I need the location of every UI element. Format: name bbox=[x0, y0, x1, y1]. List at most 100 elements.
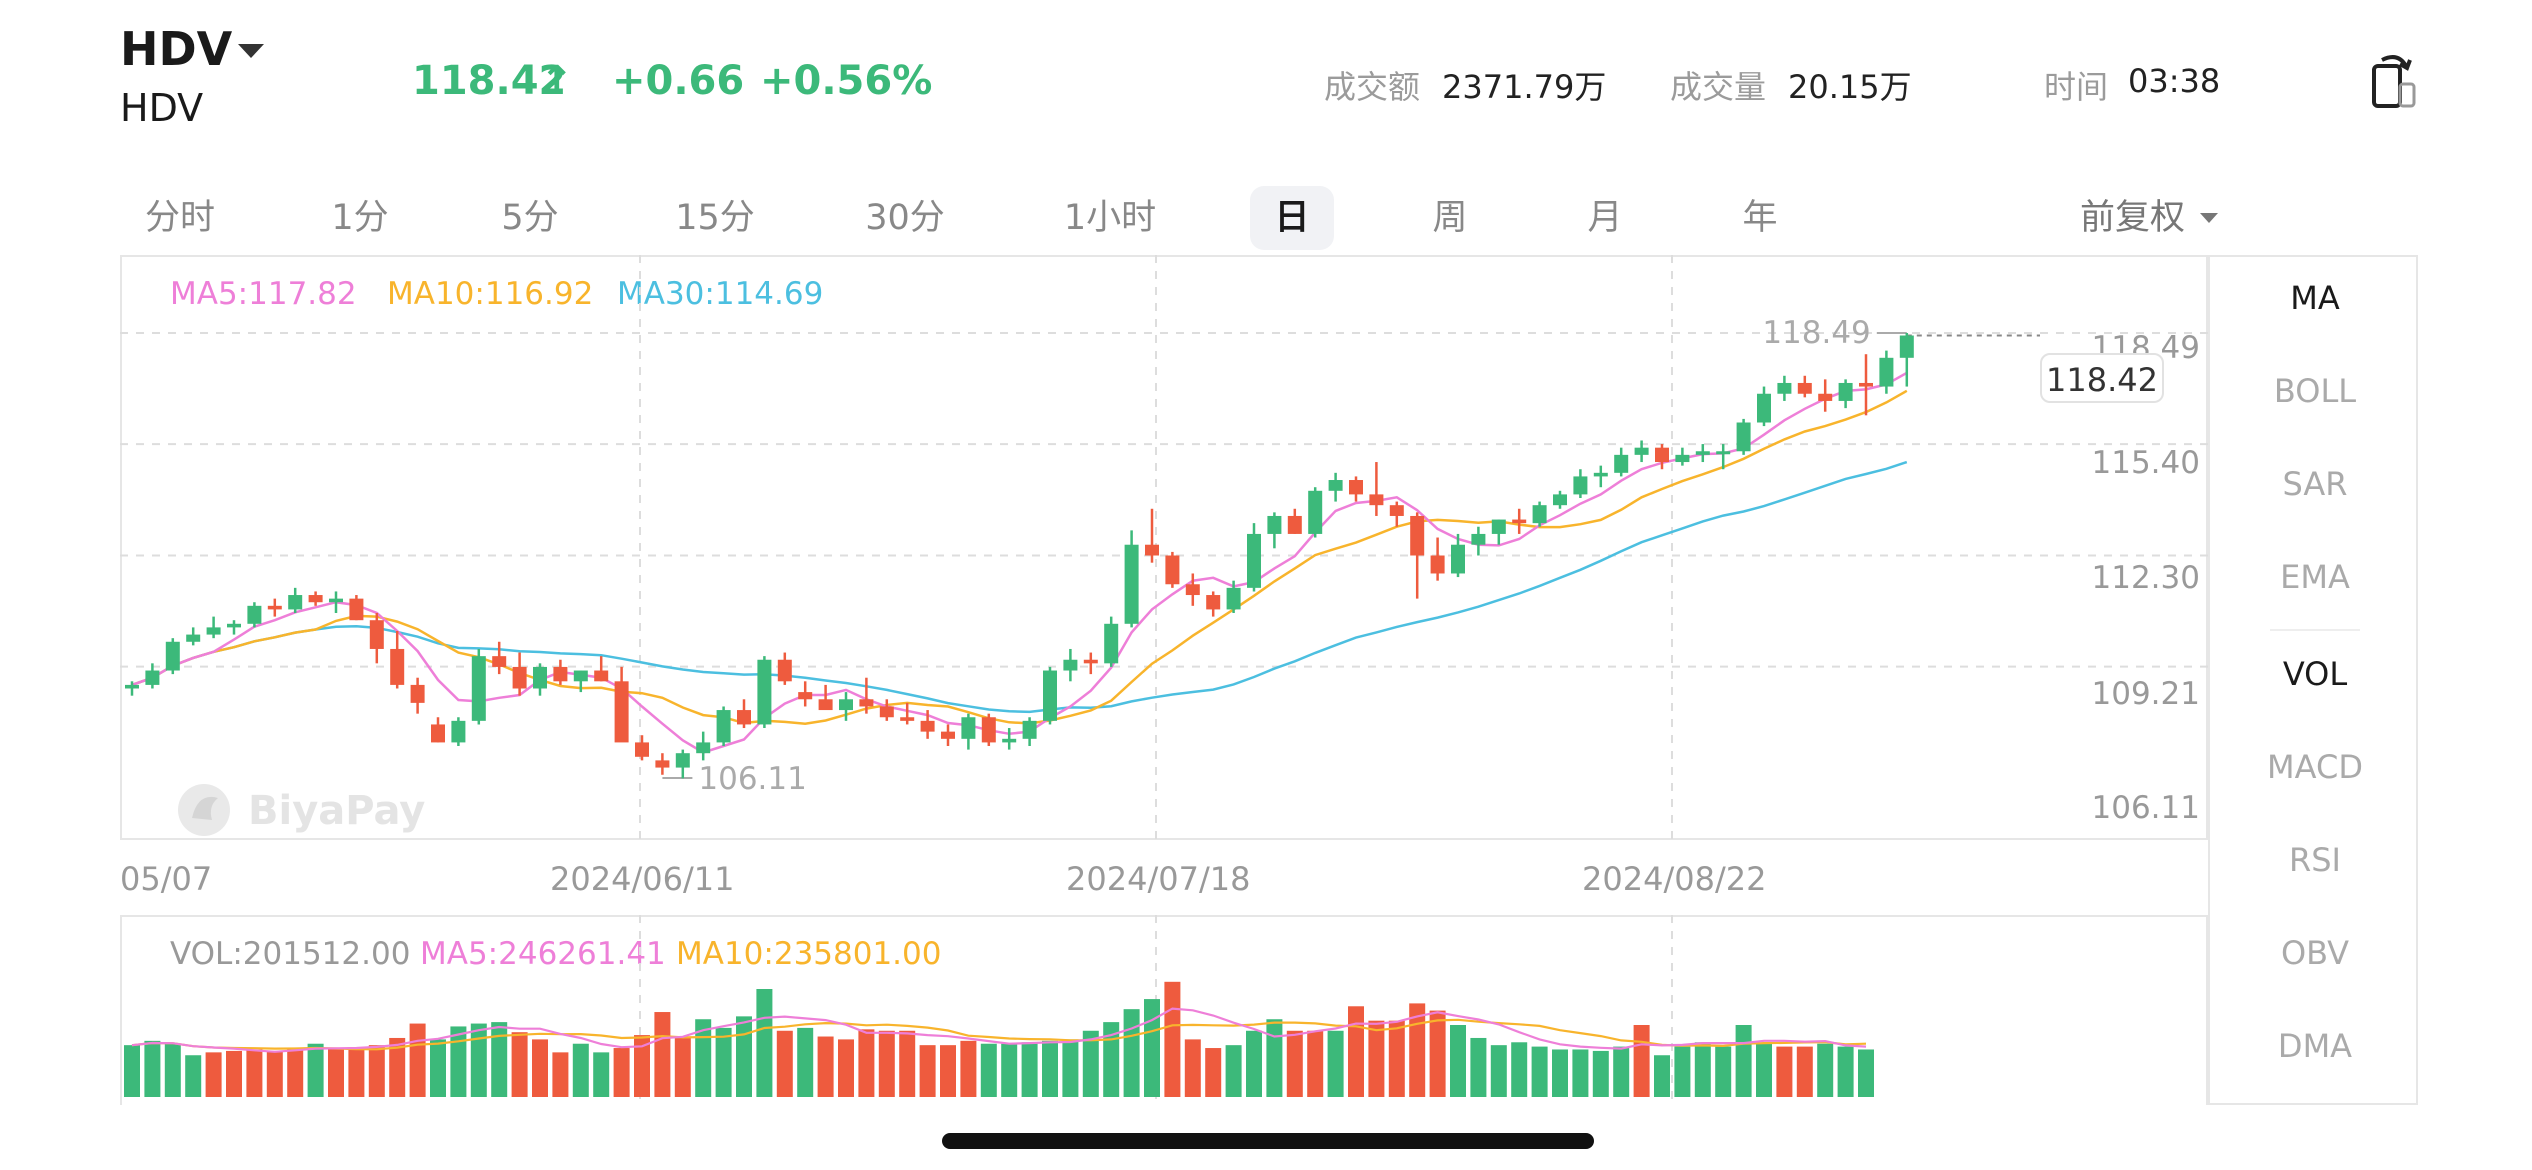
candle-body bbox=[1614, 454, 1629, 473]
indicator-panel: MA BOLL SAR EMA VOL MACD RSI OBV DMA bbox=[2208, 255, 2418, 1105]
volume-label: 成交量 bbox=[1670, 68, 1767, 106]
volume-bar bbox=[1858, 1049, 1874, 1097]
candle-body bbox=[1695, 451, 1710, 455]
volume-chart[interactable] bbox=[120, 915, 2208, 1105]
indicator-divider bbox=[2270, 629, 2360, 631]
candle-body bbox=[573, 670, 588, 682]
symbol-title[interactable]: HDV bbox=[120, 22, 232, 76]
tab-1hour[interactable]: 1小时 bbox=[1050, 186, 1170, 250]
indicator-ema[interactable]: EMA bbox=[2210, 558, 2420, 596]
candle-body bbox=[1573, 476, 1588, 495]
candle-body bbox=[757, 659, 772, 725]
tab-15min[interactable]: 15分 bbox=[660, 186, 770, 250]
volume-bar bbox=[1552, 1049, 1568, 1097]
candle-body bbox=[1471, 533, 1486, 545]
chart-grid bbox=[120, 255, 2208, 840]
date-label: 05/07 bbox=[120, 860, 213, 898]
volume-bar bbox=[1286, 1030, 1303, 1097]
candle-body bbox=[1043, 670, 1057, 721]
volume-bar bbox=[1490, 1045, 1507, 1097]
indicator-dma[interactable]: DMA bbox=[2210, 1027, 2420, 1065]
indicator-sar[interactable]: SAR bbox=[2210, 465, 2420, 503]
tab-5min[interactable]: 5分 bbox=[480, 186, 580, 250]
candle-body bbox=[594, 670, 609, 682]
candle-body bbox=[1859, 382, 1873, 387]
biyapay-watermark-logo: BiyaPay bbox=[168, 778, 428, 838]
tab-day[interactable]: 日 bbox=[1250, 186, 1334, 250]
volume-bar bbox=[144, 1040, 161, 1097]
volume-bar bbox=[858, 1029, 875, 1097]
volume-bar bbox=[266, 1050, 283, 1097]
candle-body bbox=[879, 706, 894, 718]
candle-body bbox=[125, 684, 139, 689]
candle-body bbox=[329, 598, 343, 603]
tab-1min[interactable]: 1分 bbox=[310, 186, 410, 250]
price-axis-label: 106.11 bbox=[2092, 790, 2200, 826]
vol-ma5-line bbox=[131, 1007, 1867, 1053]
tab-timeshare[interactable]: 分时 bbox=[130, 186, 230, 250]
volume-bar bbox=[940, 1045, 956, 1097]
volume-bar bbox=[164, 1043, 181, 1097]
volume-bar bbox=[980, 1043, 997, 1097]
indicator-vol[interactable]: VOL bbox=[2210, 655, 2420, 693]
candle-body bbox=[247, 605, 262, 624]
volume-bar bbox=[817, 1036, 834, 1097]
volume-bar bbox=[960, 1040, 977, 1097]
volume-bar bbox=[1307, 1030, 1324, 1097]
volume-bar bbox=[715, 1027, 732, 1097]
candle-body bbox=[1451, 544, 1465, 574]
volume-bar bbox=[1450, 1025, 1466, 1097]
candle-body bbox=[716, 710, 731, 743]
low-label: 106.11 bbox=[698, 761, 806, 797]
volume-bar bbox=[593, 1052, 610, 1097]
candle-body bbox=[288, 595, 303, 610]
tab-year[interactable]: 年 bbox=[1720, 186, 1800, 250]
candle-body bbox=[1716, 451, 1731, 455]
candle-body bbox=[1165, 555, 1180, 585]
tab-month[interactable]: 月 bbox=[1565, 186, 1645, 250]
candle-body bbox=[553, 666, 568, 682]
candle-body bbox=[635, 742, 649, 757]
candle-body bbox=[1287, 515, 1302, 534]
candle-body bbox=[431, 724, 445, 743]
candle-body bbox=[777, 659, 792, 682]
volume-bar bbox=[1348, 1006, 1364, 1097]
turnover-label: 成交额 bbox=[1324, 68, 1421, 106]
candle-body bbox=[1124, 544, 1139, 624]
volume-bar bbox=[919, 1045, 936, 1097]
candle-body bbox=[1145, 544, 1159, 556]
symbol-dropdown-icon[interactable] bbox=[238, 44, 264, 58]
candle-body bbox=[1797, 382, 1812, 394]
indicator-macd[interactable]: MACD bbox=[2210, 748, 2420, 786]
indicator-ma[interactable]: MA bbox=[2210, 279, 2420, 317]
indicator-rsi[interactable]: RSI bbox=[2210, 841, 2420, 879]
indicator-obv[interactable]: OBV bbox=[2210, 934, 2420, 972]
kline-chart[interactable]: 118.49106.11 118.49115.40112.30109.21106… bbox=[120, 255, 2208, 840]
candle-body bbox=[1838, 382, 1853, 401]
volume-bar bbox=[1735, 1025, 1752, 1097]
candle-body bbox=[818, 699, 833, 711]
volume-bar bbox=[1817, 1043, 1834, 1097]
turnover-value: 2371.79万 bbox=[1442, 68, 1607, 106]
volume-bar bbox=[797, 1027, 814, 1097]
watermark-text: BiyaPay bbox=[248, 788, 425, 834]
candle-body bbox=[675, 753, 690, 768]
volume-bar bbox=[1429, 1010, 1446, 1097]
volume-bar bbox=[552, 1052, 569, 1097]
adjust-dropdown[interactable]: 前复权 bbox=[2080, 186, 2185, 250]
adjust-caret-icon[interactable] bbox=[2200, 213, 2218, 223]
indicator-boll[interactable]: BOLL bbox=[2210, 372, 2420, 410]
volume-bar bbox=[1531, 1046, 1548, 1097]
candle-body bbox=[186, 634, 201, 642]
tab-week[interactable]: 周 bbox=[1410, 186, 1490, 250]
tab-30min[interactable]: 30分 bbox=[850, 186, 960, 250]
volume-bar bbox=[1572, 1049, 1589, 1097]
price-change: +0.66 bbox=[612, 58, 745, 104]
volume-bar bbox=[470, 1023, 487, 1097]
candle-body bbox=[1226, 587, 1241, 610]
volume-bar bbox=[1694, 1042, 1711, 1097]
volume-bar bbox=[450, 1026, 467, 1097]
volume-bar bbox=[1225, 1045, 1242, 1097]
rotate-screen-icon[interactable] bbox=[2372, 50, 2416, 108]
candle-body bbox=[533, 666, 547, 689]
